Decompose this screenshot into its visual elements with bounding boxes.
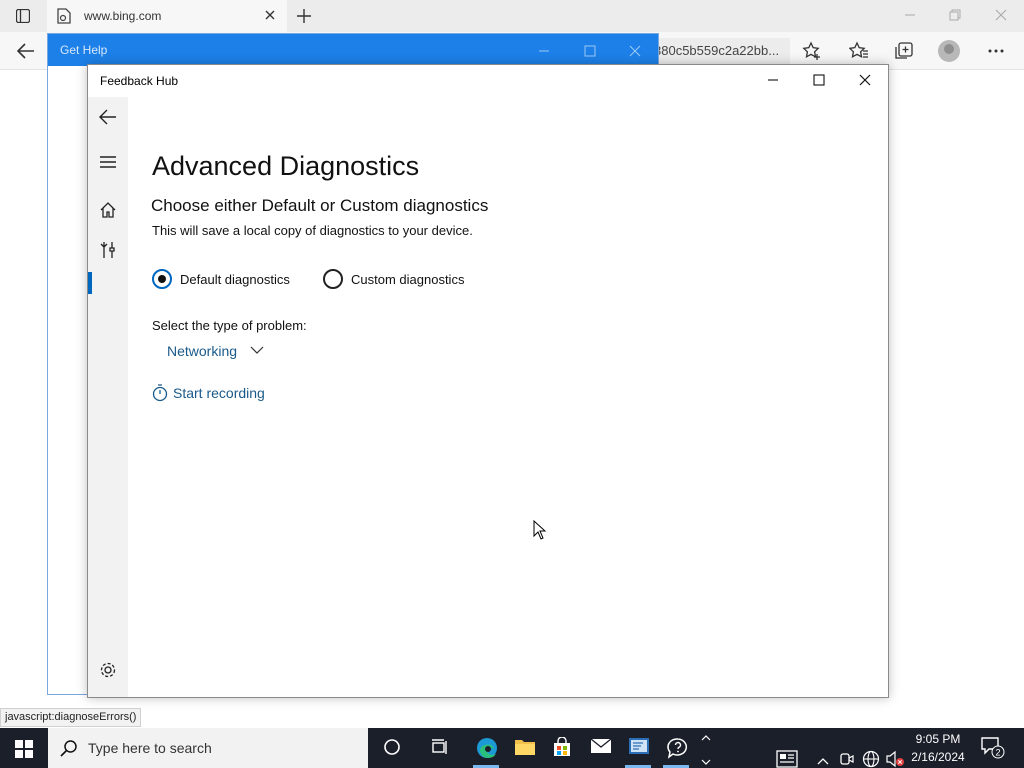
volume-muted-icon[interactable] xyxy=(885,739,905,768)
get-help-title: Get Help xyxy=(60,43,108,57)
tab-title: www.bing.com xyxy=(84,9,162,23)
meet-now-icon[interactable] xyxy=(839,739,855,768)
problem-type-label: Select the type of problem: xyxy=(152,318,307,333)
address-text: 380c5b559c2a22bb... xyxy=(654,43,780,58)
radio-label: Custom diagnostics xyxy=(351,272,465,287)
chevron-down-icon xyxy=(250,346,264,354)
tab-actions-icon[interactable] xyxy=(8,6,38,26)
news-widget-icon[interactable] xyxy=(776,739,798,768)
favorites-icon[interactable] xyxy=(849,41,869,61)
page-title: Advanced Diagnostics xyxy=(152,151,420,181)
notifications-icon[interactable]: 2 xyxy=(980,736,1006,760)
browser-tab[interactable]: www.bing.com xyxy=(47,0,287,32)
search-icon xyxy=(60,740,77,757)
problem-type-dropdown[interactable]: Networking xyxy=(167,342,267,364)
close-tab-icon[interactable] xyxy=(263,8,277,22)
task-view-icon xyxy=(432,739,447,754)
file-explorer-taskbar-app[interactable] xyxy=(505,728,543,768)
maximize-icon[interactable] xyxy=(812,73,826,87)
custom-diagnostics-radio[interactable]: Custom diagnostics xyxy=(323,268,493,290)
taskbar-search-box[interactable]: Type here to search xyxy=(48,728,368,768)
home-icon[interactable] xyxy=(99,201,117,219)
new-tab-icon[interactable] xyxy=(295,7,313,25)
mouse-cursor-icon xyxy=(533,520,547,540)
dropdown-value: Networking xyxy=(167,343,238,359)
browser-tab-strip: www.bing.com xyxy=(0,0,1024,32)
get-help-close-icon[interactable] xyxy=(629,45,641,57)
more-options-icon[interactable] xyxy=(986,41,1006,61)
cortana-button[interactable] xyxy=(373,728,411,768)
system-clock[interactable]: 9:05 PM 2/16/2024 xyxy=(904,730,972,766)
stopwatch-icon xyxy=(152,384,168,402)
section-subtitle: Choose either Default or Custom diagnost… xyxy=(151,196,489,215)
section-description: This will save a local copy of diagnosti… xyxy=(152,223,473,238)
edge-taskbar-app[interactable] xyxy=(467,728,505,768)
get-help-titlebar[interactable]: Get Help xyxy=(48,34,658,66)
collections-icon[interactable] xyxy=(894,41,914,61)
task-view-button[interactable] xyxy=(421,728,459,768)
radio-unchecked-indicator xyxy=(323,269,343,289)
store-taskbar-app[interactable] xyxy=(543,728,581,768)
feedback-hub-app-icon xyxy=(667,738,687,759)
get-help-minimize-icon[interactable] xyxy=(538,45,550,57)
network-globe-icon[interactable] xyxy=(862,739,880,768)
browser-restore-icon[interactable] xyxy=(948,8,962,22)
get-help-app-icon xyxy=(629,738,649,754)
get-help-taskbar-app[interactable] xyxy=(619,728,657,768)
window-title: Feedback Hub xyxy=(100,74,179,88)
search-placeholder: Type here to search xyxy=(88,740,212,756)
feedback-hub-window: Feedback Hub Advanced Diagnostics Choose… xyxy=(87,64,889,698)
back-arrow-icon[interactable] xyxy=(99,109,117,125)
minimize-icon[interactable] xyxy=(766,73,780,87)
show-hidden-icons-chevron-icon[interactable] xyxy=(816,741,830,768)
radio-label: Default diagnostics xyxy=(180,272,290,287)
feedback-hub-titlebar[interactable]: Feedback Hub xyxy=(88,65,888,97)
link-status-bar: javascript:diagnoseErrors() xyxy=(0,708,142,727)
clock-date: 2/16/2024 xyxy=(911,750,965,764)
hamburger-menu-icon[interactable] xyxy=(99,155,117,169)
add-favorite-icon[interactable] xyxy=(802,41,822,61)
diagnostics-tools-icon[interactable] xyxy=(99,241,117,259)
edge-browser-icon xyxy=(477,738,497,758)
clock-time: 9:05 PM xyxy=(915,732,961,746)
taskbar: Type here to search 9:05 PM 2/16/2024 2 xyxy=(0,728,1024,768)
cortana-circle-icon xyxy=(384,739,400,755)
mail-envelope-icon xyxy=(590,738,612,753)
feedback-hub-taskbar-app[interactable] xyxy=(657,728,695,768)
close-icon[interactable] xyxy=(858,73,872,87)
mail-taskbar-app[interactable] xyxy=(581,728,619,768)
browser-back-icon[interactable] xyxy=(16,42,36,60)
start-recording-label: Start recording xyxy=(173,385,265,401)
get-help-maximize-icon[interactable] xyxy=(584,45,596,57)
browser-minimize-icon[interactable] xyxy=(903,8,917,22)
taskbar-scroll-arrows-icon[interactable] xyxy=(700,730,712,768)
navigation-rail xyxy=(88,97,128,697)
store-bag-icon xyxy=(554,737,570,756)
start-recording-button[interactable]: Start recording xyxy=(152,383,272,405)
profile-avatar[interactable] xyxy=(938,40,960,62)
notification-count: 2 xyxy=(995,748,1000,758)
settings-gear-icon[interactable] xyxy=(99,661,117,679)
selected-nav-indicator xyxy=(88,272,92,294)
windows-logo-icon xyxy=(15,740,33,758)
browser-close-icon[interactable] xyxy=(994,8,1008,22)
start-button[interactable] xyxy=(0,728,48,768)
folder-icon xyxy=(515,740,535,755)
default-diagnostics-radio[interactable]: Default diagnostics xyxy=(152,268,322,290)
page-favicon-icon xyxy=(57,8,71,24)
address-bar[interactable]: 380c5b559c2a22bb... xyxy=(650,38,790,64)
radio-checked-indicator xyxy=(152,269,172,289)
